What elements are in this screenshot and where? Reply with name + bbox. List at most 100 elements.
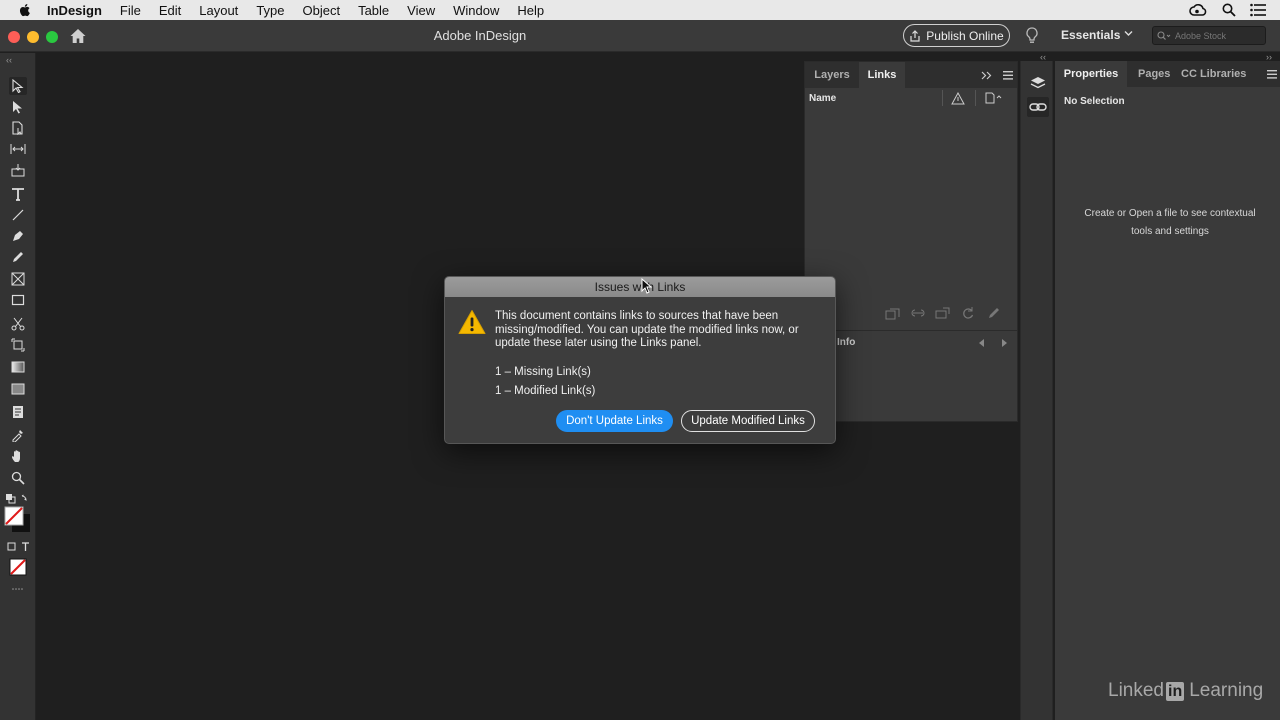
links-panel-icon[interactable] xyxy=(1027,97,1049,117)
properties-panel-tabs: Properties Pages CC Libraries xyxy=(1055,61,1280,87)
direct-selection-tool-icon[interactable] xyxy=(9,98,27,116)
menu-help[interactable]: Help xyxy=(517,3,544,18)
hand-tool-icon[interactable] xyxy=(9,447,27,465)
scissors-tool-icon[interactable] xyxy=(9,315,27,333)
home-icon[interactable] xyxy=(69,27,87,45)
spotlight-search-icon[interactable] xyxy=(1222,3,1236,17)
mouse-cursor-icon xyxy=(641,278,652,294)
update-link-icon[interactable] xyxy=(961,306,975,320)
next-link-icon[interactable] xyxy=(1001,339,1007,347)
app-title-bar: Adobe InDesign Publish Online Essentials… xyxy=(0,20,1280,52)
go-to-link-icon[interactable] xyxy=(935,306,951,320)
properties-panel: Properties Pages CC Libraries No Selecti… xyxy=(1055,61,1280,720)
menu-view[interactable]: View xyxy=(407,3,435,18)
notification-center-icon[interactable] xyxy=(1250,3,1266,17)
zoom-tool-icon[interactable] xyxy=(9,469,27,487)
note-tool-icon[interactable] xyxy=(9,403,27,421)
collapse-panel-icon[interactable] xyxy=(981,71,993,80)
issues-with-links-dialog: Issues with Links This document contains… xyxy=(444,276,836,444)
collapsed-panel-dock xyxy=(1020,61,1053,720)
lightbulb-icon[interactable] xyxy=(1024,26,1040,46)
screen-mode-icon[interactable] xyxy=(9,580,27,598)
edit-original-icon[interactable] xyxy=(987,306,1001,320)
adobe-stock-search-input[interactable]: Adobe Stock xyxy=(1152,26,1266,45)
apple-icon[interactable] xyxy=(17,2,33,18)
creative-cloud-icon[interactable] xyxy=(1188,2,1208,18)
app-title: Adobe InDesign xyxy=(433,28,527,43)
tab-links[interactable]: Links xyxy=(859,62,905,88)
menu-table[interactable]: Table xyxy=(358,3,389,18)
menu-layout[interactable]: Layout xyxy=(199,3,238,18)
gradient-feather-tool-icon[interactable] xyxy=(9,380,27,398)
rectangle-tool-icon[interactable] xyxy=(9,291,27,309)
menu-file[interactable]: File xyxy=(120,3,141,18)
relink-icon[interactable] xyxy=(911,306,925,320)
menu-app-name[interactable]: InDesign xyxy=(47,3,102,18)
missing-links-count: 1 – Missing Link(s) xyxy=(495,366,591,378)
formatting-container-text-icon[interactable] xyxy=(4,538,32,556)
search-icon xyxy=(1157,30,1171,40)
tab-layers[interactable]: Layers xyxy=(805,62,859,88)
expand-panels-icon[interactable]: ‹‹ xyxy=(1040,52,1046,62)
properties-hint-text: Create or Open a file to see contextual … xyxy=(1084,208,1256,237)
gap-tool-icon[interactable] xyxy=(9,140,27,158)
zoom-window-button[interactable] xyxy=(46,31,58,43)
search-placeholder: Adobe Stock xyxy=(1175,30,1227,41)
selection-status: No Selection xyxy=(1064,96,1125,107)
link-info-label[interactable]: Info xyxy=(837,337,855,348)
panel-menu-icon[interactable] xyxy=(1267,70,1277,79)
link-info-section: Info xyxy=(805,330,1017,423)
panel-menu-icon[interactable] xyxy=(1003,71,1013,80)
modified-links-count: 1 – Modified Link(s) xyxy=(495,385,596,397)
tab-pages[interactable]: Pages xyxy=(1138,61,1170,87)
menu-object[interactable]: Object xyxy=(303,3,341,18)
links-name-column-header[interactable]: Name xyxy=(809,93,836,104)
dialog-title: Issues with Links xyxy=(445,277,835,297)
tab-cc-libraries[interactable]: CC Libraries xyxy=(1181,61,1246,87)
warning-icon xyxy=(458,310,486,334)
free-transform-tool-icon[interactable] xyxy=(9,336,27,354)
linkedin-learning-watermark: Linked in Learning xyxy=(1108,680,1263,702)
update-modified-links-button[interactable]: Update Modified Links xyxy=(681,410,815,432)
apply-none-icon[interactable] xyxy=(9,558,27,576)
publish-online-button[interactable]: Publish Online xyxy=(903,24,1010,47)
collapse-toolbar-icon[interactable]: ‹‹ xyxy=(6,55,12,65)
chevron-down-icon[interactable] xyxy=(1124,30,1133,37)
column-divider xyxy=(942,90,943,106)
fill-stroke-swatch[interactable] xyxy=(4,506,32,534)
relink-from-cc-libraries-icon[interactable] xyxy=(885,306,901,320)
rectangle-frame-tool-icon[interactable] xyxy=(9,270,27,288)
tools-panel: ‹‹ xyxy=(0,53,36,720)
layers-panel-icon[interactable] xyxy=(1027,73,1049,93)
pencil-tool-icon[interactable] xyxy=(9,248,27,266)
minimize-window-button[interactable] xyxy=(27,31,39,43)
eyedropper-tool-icon[interactable] xyxy=(9,426,27,444)
dont-update-links-button[interactable]: Don't Update Links xyxy=(556,410,673,432)
selection-tool-icon[interactable] xyxy=(9,77,27,95)
menu-edit[interactable]: Edit xyxy=(159,3,181,18)
publish-online-label: Publish Online xyxy=(926,28,1004,43)
close-window-button[interactable] xyxy=(8,31,20,43)
links-panel-tabs: Layers Links xyxy=(805,62,1017,88)
dialog-message: This document contains links to sources … xyxy=(495,310,799,349)
line-tool-icon[interactable] xyxy=(9,206,27,224)
gradient-swatch-tool-icon[interactable] xyxy=(9,358,27,376)
page-column-icon[interactable] xyxy=(985,92,1003,104)
publish-icon xyxy=(910,29,920,42)
watermark-learning: Learning xyxy=(1189,680,1264,701)
pen-tool-icon[interactable] xyxy=(9,227,27,245)
links-panel: Layers Links Name Info xyxy=(804,61,1018,422)
menu-type[interactable]: Type xyxy=(256,3,284,18)
tab-properties[interactable]: Properties xyxy=(1055,61,1127,87)
watermark-in-badge: in xyxy=(1166,681,1185,701)
content-collector-tool-icon[interactable] xyxy=(9,161,27,179)
type-tool-icon[interactable] xyxy=(9,185,27,203)
menu-bar: InDesign File Edit Layout Type Object Ta… xyxy=(0,0,1280,20)
page-tool-icon[interactable] xyxy=(9,119,27,137)
warning-column-icon[interactable] xyxy=(951,92,965,105)
workspace-switcher[interactable]: Essentials xyxy=(1061,28,1120,42)
previous-link-icon[interactable] xyxy=(979,339,985,347)
watermark-linked: Linked xyxy=(1108,680,1164,701)
column-divider xyxy=(975,90,976,106)
menu-window[interactable]: Window xyxy=(453,3,499,18)
